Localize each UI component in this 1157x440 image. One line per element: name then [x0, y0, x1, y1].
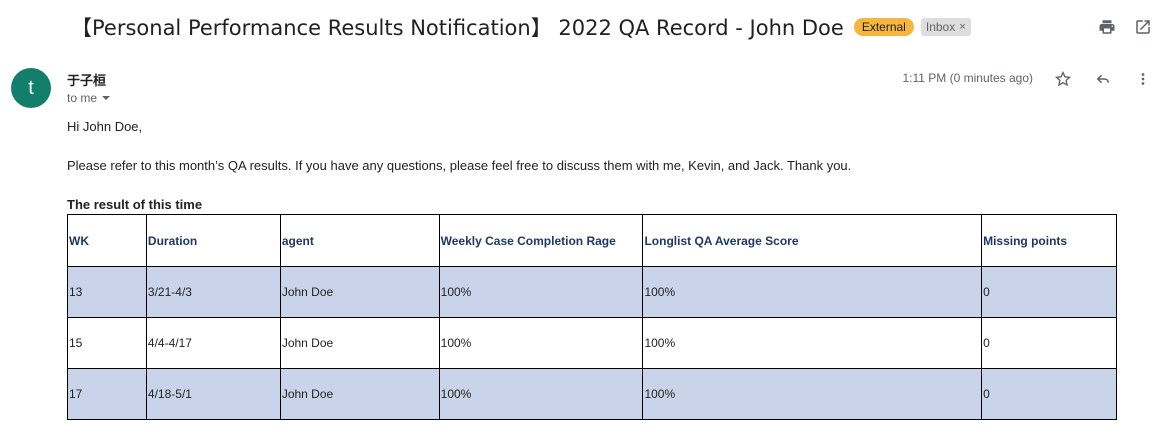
table-cell: John Doe — [279, 317, 440, 369]
table-cell: 100% — [642, 266, 983, 318]
chevron-down-icon[interactable] — [102, 96, 111, 100]
table-cell: 100% — [438, 368, 644, 420]
table-cell: 100% — [438, 266, 644, 318]
column-header-completion-rate: Weekly Case Completion Rage — [438, 214, 644, 267]
table-row: 13 3/21-4/3 John Doe 100% 100% 0 — [67, 266, 1117, 318]
table-header-row: WK Duration agent Weekly Case Completion… — [67, 214, 1117, 267]
table-title: The result of this time — [67, 197, 203, 212]
column-header-duration: Duration — [145, 214, 281, 267]
remove-label-icon[interactable]: × — [959, 20, 965, 34]
message-timestamp: 1:11 PM (0 minutes ago) — [902, 71, 1033, 85]
label-inbox[interactable]: Inbox × — [920, 18, 971, 36]
column-header-agent: agent — [279, 214, 440, 267]
table-cell: 0 — [981, 266, 1117, 318]
qa-results-table: WK Duration agent Weekly Case Completion… — [67, 214, 1117, 420]
email-subject: 【Personal Performance Results Notificati… — [71, 16, 844, 40]
open-in-new-window-icon[interactable] — [1132, 16, 1154, 38]
table-cell: 17 — [67, 368, 147, 420]
column-header-wk: WK — [67, 214, 147, 267]
table-cell: 4/4-4/17 — [145, 317, 281, 369]
reply-icon[interactable] — [1092, 68, 1114, 90]
table-cell: 4/18-5/1 — [145, 368, 281, 420]
table-cell: 100% — [642, 368, 983, 420]
recipient-text: to me — [67, 91, 98, 105]
table-cell: John Doe — [279, 266, 440, 318]
label-external[interactable]: External — [853, 18, 914, 36]
table-cell: 3/21-4/3 — [145, 266, 281, 318]
table-row: 17 4/18-5/1 John Doe 100% 100% 0 — [67, 368, 1117, 420]
printer-icon[interactable] — [1096, 16, 1118, 38]
avatar[interactable]: t — [11, 68, 51, 108]
table-cell: 0 — [981, 317, 1117, 369]
table-cell: 100% — [642, 317, 983, 369]
body-paragraph: Please refer to this month’s QA results.… — [67, 158, 852, 173]
table-row: 15 4/4-4/17 John Doe 100% 100% 0 — [67, 317, 1117, 369]
table-cell: 0 — [981, 368, 1117, 420]
table-cell: 13 — [67, 266, 147, 318]
star-icon[interactable] — [1052, 68, 1074, 90]
table-cell: 15 — [67, 317, 147, 369]
email-subject-bar: 【Personal Performance Results Notificati… — [71, 12, 971, 42]
column-header-missing-points: Missing points — [981, 214, 1117, 267]
sender-name[interactable]: 于子桓 — [67, 70, 106, 89]
recipient-details[interactable]: to me — [67, 91, 111, 105]
more-vertical-icon[interactable] — [1132, 68, 1154, 90]
table-cell: John Doe — [279, 368, 440, 420]
greeting: Hi John Doe, — [67, 119, 143, 134]
column-header-qa-average-score: Longlist QA Average Score — [642, 214, 983, 267]
label-inbox-text: Inbox — [925, 20, 956, 34]
table-cell: 100% — [438, 317, 644, 369]
